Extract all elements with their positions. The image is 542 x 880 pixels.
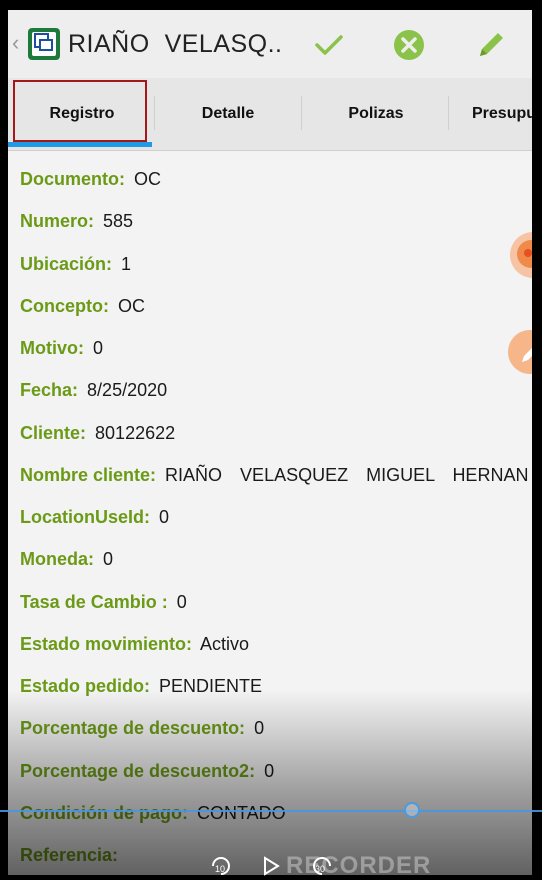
field-estado-movimiento: Estado movimiento: Activo: [20, 632, 532, 674]
tab-detalle[interactable]: Detalle: [156, 78, 300, 150]
field-value: 0: [264, 760, 275, 781]
field-label: Ubicación:: [20, 253, 113, 274]
close-circle-icon[interactable]: [392, 28, 426, 62]
field-ubicacion: Ubicación: 1: [20, 252, 532, 294]
field-estado-pedido: Estado pedido: PENDIENTE: [20, 674, 532, 716]
field-tasa-cambio: Tasa de Cambio : 0: [20, 590, 532, 632]
field-value: 8/25/2020: [87, 380, 168, 401]
tab-label: Presupu: [472, 105, 532, 122]
field-porcentaje-descuento: Porcentage de descuento: 0: [20, 716, 532, 758]
field-location-use-id: LocationUseId: 0: [20, 505, 532, 547]
field-label: Condición de pago:: [20, 802, 188, 823]
field-value: 0: [176, 591, 187, 612]
tab-divider: [301, 96, 302, 130]
field-value: 0: [93, 338, 104, 358]
field-value: 80122622: [95, 422, 176, 443]
video-seek-handle[interactable]: [404, 802, 420, 818]
field-value: 1: [121, 253, 132, 274]
field-label: Estado movimiento:: [20, 633, 193, 654]
field-numero: Numero: 585: [20, 209, 532, 251]
field-nombre-cliente: Nombre cliente: RIAÑO VELASQUEZ MIGUEL H…: [20, 463, 532, 505]
field-label: Porcentage de descuento2:: [20, 760, 256, 781]
field-label: Numero:: [20, 211, 95, 232]
brush-icon: [522, 348, 532, 362]
recorder-watermark: RECORDER: [286, 852, 431, 880]
field-label: Cliente:: [20, 422, 87, 443]
field-value: Activo: [200, 633, 250, 654]
page-title: RIAÑO VELASQ..: [68, 30, 283, 58]
field-cliente: Cliente: 80122622: [20, 421, 532, 463]
field-label: Porcentage de descuento:: [20, 718, 246, 739]
rewind-seconds-label: 10: [215, 864, 225, 874]
toolbar: ‹ RIAÑO VELASQ..: [8, 10, 532, 78]
field-value: 585: [103, 211, 134, 232]
chevron-left-icon[interactable]: ‹: [12, 30, 19, 56]
field-label: Referencia:: [20, 845, 119, 865]
app-screen: ‹ RIAÑO VELASQ.. Registro Detalle Poliza…: [8, 10, 532, 875]
active-tab-indicator: [8, 142, 152, 147]
tab-divider: [448, 96, 449, 130]
tab-polizas[interactable]: Polizas: [304, 78, 448, 150]
app-logo-icon: [28, 28, 60, 60]
tab-label: Polizas: [348, 105, 404, 122]
field-label: Fecha:: [20, 380, 79, 401]
tab-presupuesto[interactable]: Presupu: [452, 78, 532, 150]
field-value: 0: [254, 718, 265, 739]
field-condicion-pago: Condición de pago: CONTADO: [20, 801, 532, 843]
field-label: Tasa de Cambio :: [20, 591, 168, 612]
field-label: Concepto:: [20, 295, 109, 316]
play-icon[interactable]: [262, 856, 280, 876]
field-motivo: Motivo: 0: [20, 336, 532, 378]
field-documento: Documento: OC: [20, 167, 532, 209]
video-seek-bar[interactable]: [0, 810, 542, 812]
field-label: Moneda:: [20, 549, 94, 570]
field-value: OC: [134, 169, 162, 189]
field-value: RIAÑO VELASQUEZ MIGUEL HERNAN: [165, 464, 529, 485]
field-value: PENDIENTE: [159, 676, 263, 696]
pencil-icon[interactable]: [474, 28, 508, 62]
field-label: Nombre cliente:: [20, 464, 157, 485]
field-value: OC: [118, 295, 146, 316]
edit-fab-button[interactable]: [508, 330, 532, 374]
field-label: Motivo:: [20, 338, 84, 358]
check-icon[interactable]: [312, 28, 346, 62]
field-moneda: Moneda: 0: [20, 547, 532, 589]
field-value: CONTADO: [197, 802, 286, 823]
field-label: Documento:: [20, 169, 125, 189]
field-value: 0: [159, 507, 170, 527]
field-label: Estado pedido:: [20, 676, 150, 696]
rewind-icon[interactable]: 10: [207, 856, 235, 876]
tab-divider: [154, 96, 155, 130]
field-label: LocationUseId:: [20, 507, 151, 527]
record-fields: Documento: OC Numero: 585 Ubicación: 1 C…: [20, 167, 532, 875]
field-fecha: Fecha: 8/25/2020: [20, 378, 532, 420]
tab-focus-outline: [13, 80, 147, 142]
field-value: 0: [103, 549, 114, 570]
field-concepto: Concepto: OC: [20, 294, 532, 336]
field-porcentaje-descuento2: Porcentage de descuento2: 0: [20, 759, 532, 801]
tab-label: Detalle: [201, 105, 255, 122]
